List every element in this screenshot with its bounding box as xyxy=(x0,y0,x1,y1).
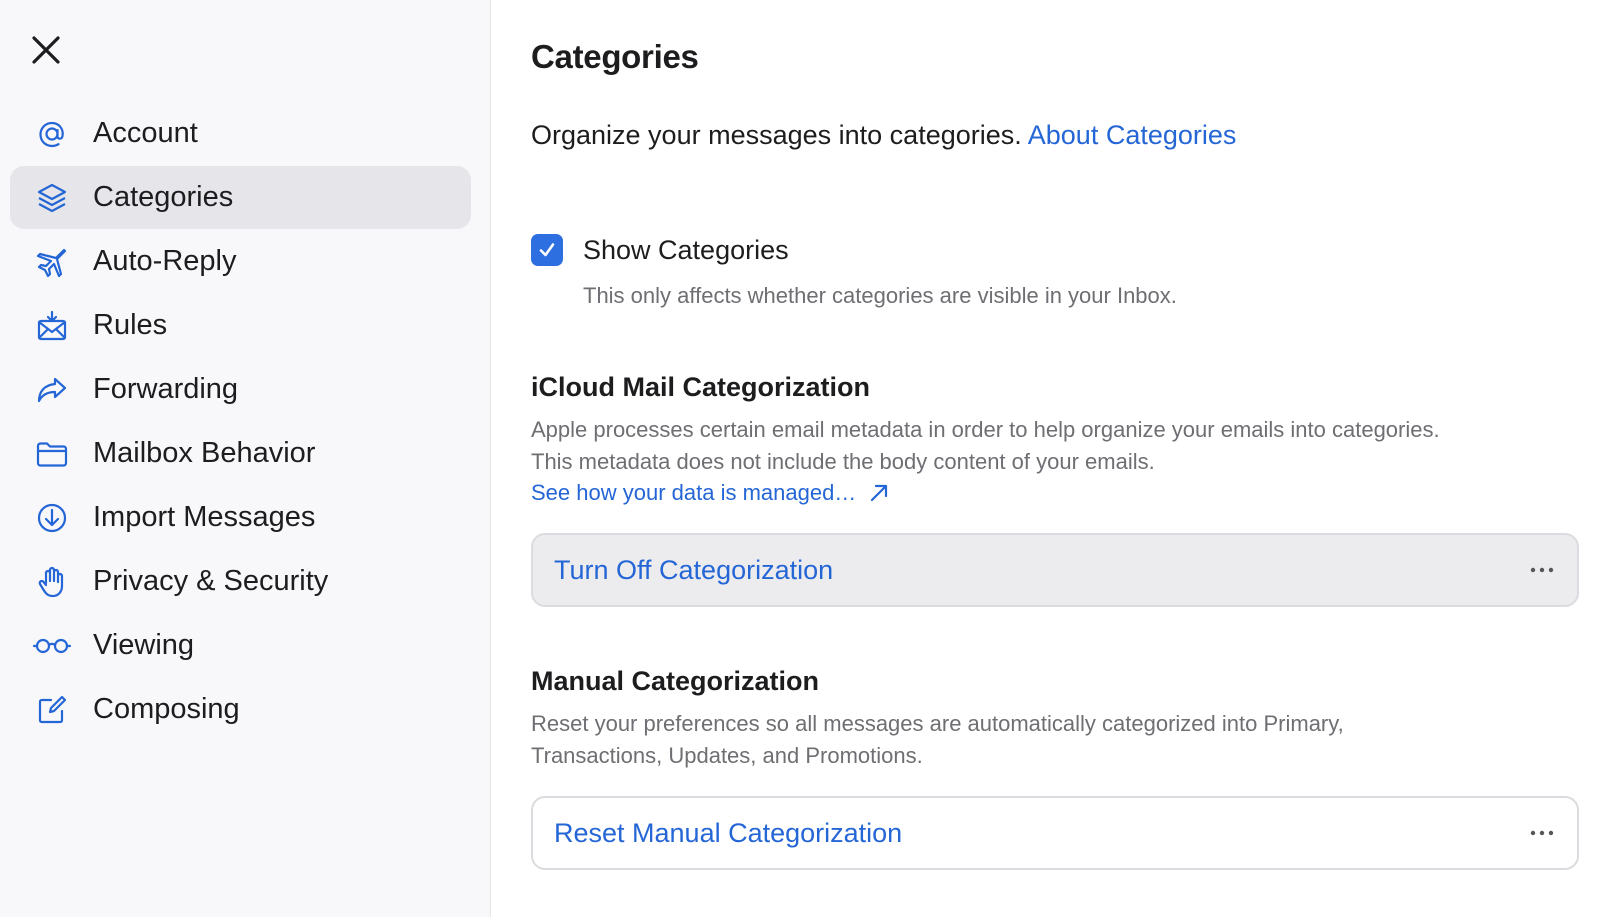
icloud-description: Apple processes certain email metadata i… xyxy=(531,414,1581,478)
manual-section-title: Manual Categorization xyxy=(531,666,820,696)
hand-icon xyxy=(32,562,72,602)
close-icon xyxy=(32,36,60,64)
turn-off-categorization-button[interactable]: Turn Off Categorization xyxy=(531,533,1579,607)
settings-sidebar: Account Categories Auto-Reply Rules Forw… xyxy=(0,0,491,917)
sidebar-item-label: Viewing xyxy=(93,629,195,661)
intro-description: Organize your messages into categories. xyxy=(531,120,1022,150)
sidebar-item-viewing[interactable]: Viewing xyxy=(10,614,471,677)
sidebar-item-label: Auto-Reply xyxy=(93,245,237,277)
envelope-rules-icon xyxy=(32,306,72,346)
sidebar-item-categories[interactable]: Categories xyxy=(10,166,471,229)
close-button[interactable] xyxy=(26,30,66,70)
manual-description: Reset your preferences so all messages a… xyxy=(531,708,1581,772)
about-categories-link[interactable]: About Categories xyxy=(1028,120,1237,150)
show-categories-help: This only affects whether categories are… xyxy=(583,283,1177,308)
reset-manual-categorization-button[interactable]: Reset Manual Categorization xyxy=(531,796,1579,870)
turn-off-categorization-label: Turn Off Categorization xyxy=(554,554,834,585)
checkmark-icon xyxy=(539,243,555,257)
sidebar-item-label: Forwarding xyxy=(93,373,239,405)
sidebar-item-label: Mailbox Behavior xyxy=(93,437,316,469)
sidebar-item-label: Account xyxy=(93,117,198,149)
sidebar-item-composing[interactable]: Composing xyxy=(10,678,471,741)
sidebar-item-label: Categories xyxy=(93,181,234,213)
show-categories-label: Show Categories xyxy=(583,234,789,265)
manual-description-line: Reset your preferences so all messages a… xyxy=(531,711,1344,736)
forward-arrow-icon xyxy=(32,370,72,410)
glasses-icon xyxy=(32,626,72,666)
sidebar-item-forwarding[interactable]: Forwarding xyxy=(10,358,471,421)
icloud-description-line: This metadata does not include the body … xyxy=(531,449,1155,474)
download-circle-icon xyxy=(32,498,72,538)
ellipsis-icon xyxy=(1530,830,1554,836)
more-options-button[interactable] xyxy=(1527,555,1557,585)
sidebar-item-rules[interactable]: Rules xyxy=(10,294,471,357)
external-arrow-icon xyxy=(871,484,888,502)
compose-icon xyxy=(32,690,72,730)
layers-icon xyxy=(32,178,72,218)
sidebar-item-label: Rules xyxy=(93,309,168,341)
sidebar-item-label: Privacy & Security xyxy=(93,565,329,597)
reset-manual-categorization-label: Reset Manual Categorization xyxy=(554,817,903,848)
show-categories-checkbox[interactable] xyxy=(531,234,563,266)
intro-text: Organize your messages into categories. … xyxy=(531,120,1236,151)
sidebar-item-import-messages[interactable]: Import Messages xyxy=(10,486,471,549)
data-managed-link[interactable]: See how your data is managed… xyxy=(531,480,890,506)
sidebar-item-label: Composing xyxy=(93,693,240,725)
more-options-button[interactable] xyxy=(1527,818,1557,848)
icloud-section-title: iCloud Mail Categorization xyxy=(531,372,871,402)
sidebar-item-mailbox-behavior[interactable]: Mailbox Behavior xyxy=(10,422,471,485)
data-managed-link-label: See how your data is managed… xyxy=(531,480,857,505)
show-categories-row: Show Categories xyxy=(531,234,789,266)
sidebar-nav: Account Categories Auto-Reply Rules Forw… xyxy=(10,102,471,742)
icloud-description-line: Apple processes certain email metadata i… xyxy=(531,417,1440,442)
ellipsis-icon xyxy=(1530,567,1554,573)
sidebar-item-label: Import Messages xyxy=(93,501,316,533)
sidebar-item-privacy-security[interactable]: Privacy & Security xyxy=(10,550,471,613)
at-icon xyxy=(32,114,72,154)
airplane-icon xyxy=(32,242,72,282)
sidebar-item-auto-reply[interactable]: Auto-Reply xyxy=(10,230,471,293)
page-title: Categories xyxy=(531,38,699,75)
manual-description-line: Transactions, Updates, and Promotions. xyxy=(531,743,923,768)
folder-icon xyxy=(32,434,72,474)
sidebar-item-account[interactable]: Account xyxy=(10,102,471,165)
